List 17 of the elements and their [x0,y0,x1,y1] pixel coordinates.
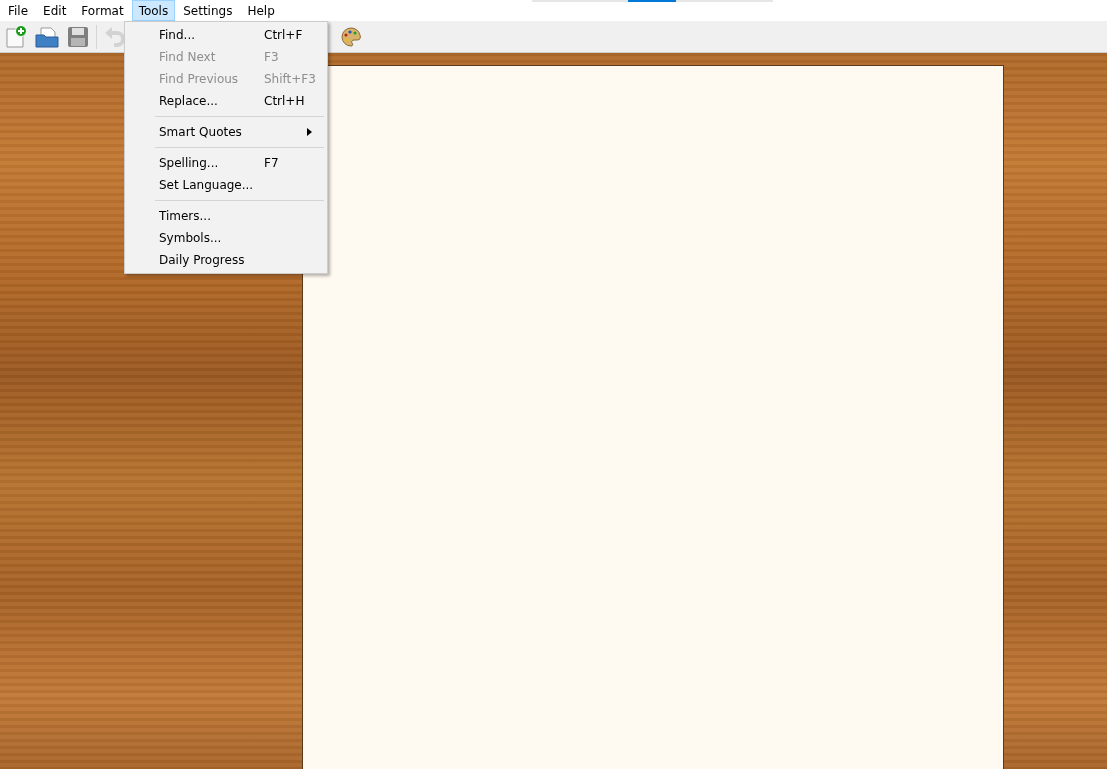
menu-item[interactable]: Spelling... F7 [125,152,327,174]
menu-bar-item[interactable]: Format [74,0,131,21]
palette-icon[interactable] [340,25,362,48]
menu-bar-item[interactable]: Edit [36,0,74,21]
menu-item[interactable]: Smart Quotes [125,121,327,143]
menu-bar-item[interactable]: File [1,0,36,21]
menu-item[interactable]: Daily Progress [125,249,327,271]
menu-bar-item[interactable]: Help [240,0,282,21]
menu-item[interactable]: Timers... [125,205,327,227]
menu-item[interactable]: Find... Ctrl+F [125,24,327,46]
menu-bar-item[interactable]: Settings [176,0,240,21]
menu-item[interactable]: Set Language... [125,174,327,196]
menu-item[interactable]: Symbols... [125,227,327,249]
menu-item[interactable]: Replace... Ctrl+H [125,90,327,112]
submenu-arrow-icon [307,128,312,136]
menu-bar-item[interactable]: Tools [131,0,176,21]
new-document-button[interactable] [3,23,29,50]
